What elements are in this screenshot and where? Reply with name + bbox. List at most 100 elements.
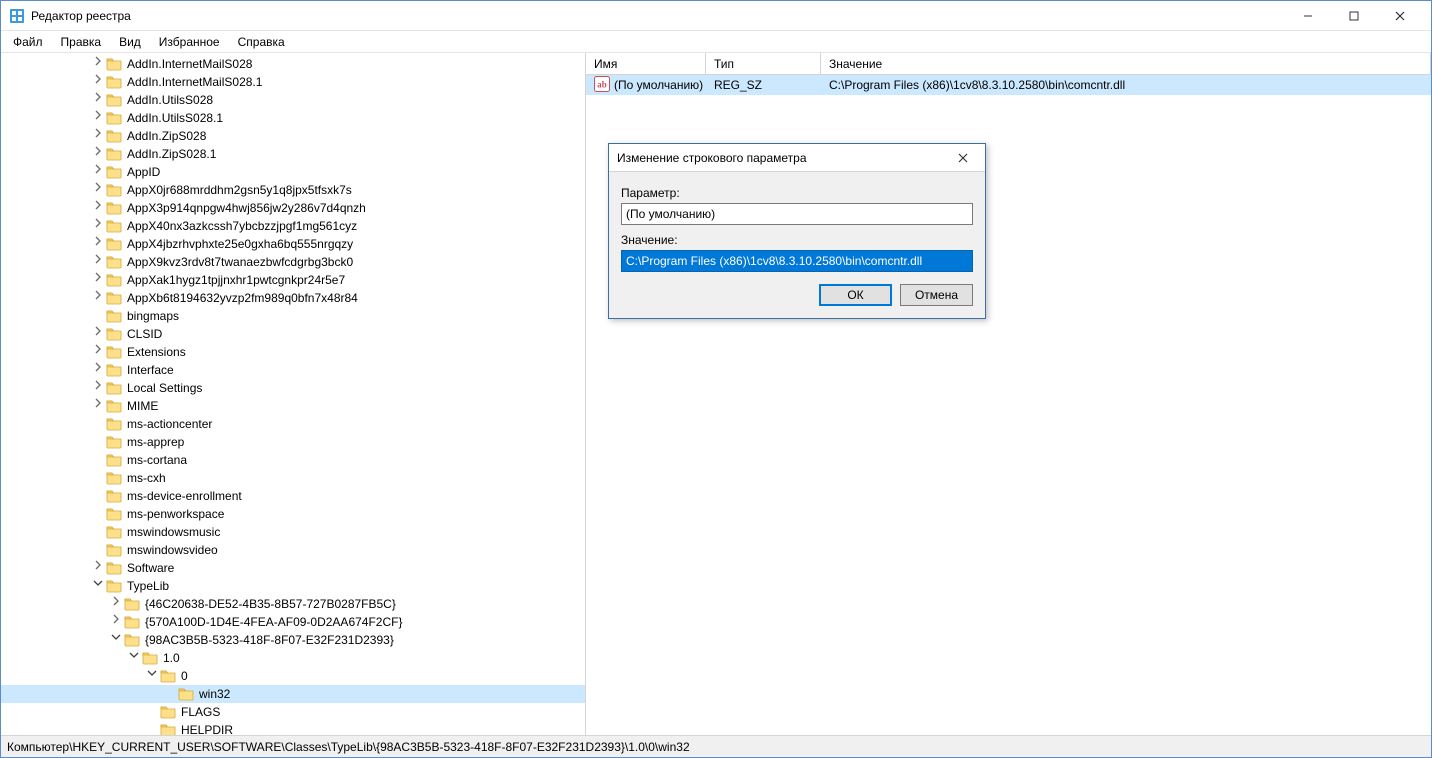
folder-icon xyxy=(106,74,122,90)
tree-item-label: AppX4jbzrhvphxte25e0gxha6bq555nrgqzy xyxy=(125,235,355,253)
chevron-right-icon[interactable] xyxy=(91,109,105,127)
tree-item[interactable]: AppXb6t8194632yvzp2fm989q0bfn7x48r84 xyxy=(1,289,585,307)
tree-item-label: ms-device-enrollment xyxy=(125,487,244,505)
chevron-right-icon[interactable] xyxy=(91,73,105,91)
chevron-right-icon[interactable] xyxy=(91,343,105,361)
tree-item[interactable]: win32 xyxy=(1,685,585,703)
tree-item-label: AppX40nx3azkcssh7ybcbzzjpgf1mg561cyz xyxy=(125,217,359,235)
chevron-right-icon[interactable] xyxy=(91,163,105,181)
tree-item[interactable]: AddIn.ZipS028 xyxy=(1,127,585,145)
tree-item[interactable]: ms-apprep xyxy=(1,433,585,451)
chevron-right-icon[interactable] xyxy=(109,613,123,631)
chevron-right-icon[interactable] xyxy=(91,217,105,235)
chevron-down-icon[interactable] xyxy=(109,631,123,649)
tree-item-label: TypeLib xyxy=(125,577,171,595)
cancel-button[interactable]: Отмена xyxy=(900,284,973,306)
tree-item[interactable]: Software xyxy=(1,559,585,577)
menu-view[interactable]: Вид xyxy=(111,33,149,51)
chevron-down-icon[interactable] xyxy=(145,667,159,685)
tree-item[interactable]: AppXak1hygz1tpjjnxhr1pwtcgnkpr24r5e7 xyxy=(1,271,585,289)
tree-item[interactable]: {46C20638-DE52-4B35-8B57-727B0287FB5C} xyxy=(1,595,585,613)
tree-item[interactable]: bingmaps xyxy=(1,307,585,325)
tree-item[interactable]: AppX4jbzrhvphxte25e0gxha6bq555nrgqzy xyxy=(1,235,585,253)
menu-file[interactable]: Файл xyxy=(5,33,51,51)
chevron-right-icon[interactable] xyxy=(91,91,105,109)
tree-item[interactable]: Local Settings xyxy=(1,379,585,397)
folder-icon xyxy=(106,218,122,234)
tree-item[interactable]: AppX0jr688mrddhm2gsn5y1q8jpx5tfsxk7s xyxy=(1,181,585,199)
menubar: Файл Правка Вид Избранное Справка xyxy=(1,31,1431,53)
chevron-down-icon[interactable] xyxy=(91,577,105,595)
col-header-value[interactable]: Значение xyxy=(821,53,1431,74)
tree-item[interactable]: 0 xyxy=(1,667,585,685)
menu-help[interactable]: Справка xyxy=(230,33,293,51)
close-button[interactable] xyxy=(1377,1,1423,31)
tree-item-label: {570A100D-1D4E-4FEA-AF09-0D2AA674F2CF} xyxy=(143,613,404,631)
folder-icon xyxy=(106,398,122,414)
tree-item[interactable]: AppX9kvz3rdv8t7twanaezbwfcdgrbg3bck0 xyxy=(1,253,585,271)
tree-item[interactable]: FLAGS xyxy=(1,703,585,721)
col-header-type[interactable]: Тип xyxy=(706,53,821,74)
tree-item-label: mswindowsmusic xyxy=(125,523,222,541)
chevron-right-icon[interactable] xyxy=(91,199,105,217)
tree-item[interactable]: {98AC3B5B-5323-418F-8F07-E32F231D2393} xyxy=(1,631,585,649)
chevron-right-icon[interactable] xyxy=(91,271,105,289)
chevron-right-icon[interactable] xyxy=(109,595,123,613)
value-field[interactable] xyxy=(621,250,973,272)
folder-icon xyxy=(106,110,122,126)
menu-favorites[interactable]: Избранное xyxy=(151,33,228,51)
tree-item-label: AppX3p914qnpgw4hwj856jw2y286v7d4qnzh xyxy=(125,199,368,217)
tree-item[interactable]: ms-device-enrollment xyxy=(1,487,585,505)
folder-icon xyxy=(160,722,176,735)
chevron-right-icon[interactable] xyxy=(91,253,105,271)
folder-icon xyxy=(106,488,122,504)
tree-item[interactable]: 1.0 xyxy=(1,649,585,667)
chevron-right-icon[interactable] xyxy=(91,145,105,163)
value-row[interactable]: (По умолчанию) REG_SZ C:\Program Files (… xyxy=(586,75,1431,95)
tree-item[interactable]: Interface xyxy=(1,361,585,379)
tree-item[interactable]: ms-cortana xyxy=(1,451,585,469)
chevron-right-icon[interactable] xyxy=(91,289,105,307)
tree-item[interactable]: ms-actioncenter xyxy=(1,415,585,433)
tree-item[interactable]: mswindowsvideo xyxy=(1,541,585,559)
tree-item[interactable]: CLSID xyxy=(1,325,585,343)
tree-item[interactable]: AddIn.UtilsS028.1 xyxy=(1,109,585,127)
maximize-button[interactable] xyxy=(1331,1,1377,31)
tree-item[interactable]: AddIn.ZipS028.1 xyxy=(1,145,585,163)
tree-item[interactable]: MIME xyxy=(1,397,585,415)
chevron-right-icon[interactable] xyxy=(91,559,105,577)
folder-icon xyxy=(124,614,140,630)
chevron-right-icon[interactable] xyxy=(91,325,105,343)
tree-item-label: AddIn.ZipS028 xyxy=(125,127,208,145)
tree-item[interactable]: AppX3p914qnpgw4hwj856jw2y286v7d4qnzh xyxy=(1,199,585,217)
tree-item[interactable]: HELPDIR xyxy=(1,721,585,735)
tree-pane[interactable]: AddIn.InternetMailS028AddIn.InternetMail… xyxy=(1,53,586,735)
chevron-right-icon[interactable] xyxy=(91,235,105,253)
tree-item[interactable]: TypeLib xyxy=(1,577,585,595)
chevron-right-icon[interactable] xyxy=(91,361,105,379)
tree-item[interactable]: ms-penworkspace xyxy=(1,505,585,523)
tree-item[interactable]: mswindowsmusic xyxy=(1,523,585,541)
tree-item[interactable]: AddIn.InternetMailS028.1 xyxy=(1,73,585,91)
tree-item[interactable]: AddIn.UtilsS028 xyxy=(1,91,585,109)
ok-button[interactable]: ОК xyxy=(819,284,892,306)
col-header-name[interactable]: Имя xyxy=(586,53,706,74)
edit-string-dialog: Изменение строкового параметра Параметр:… xyxy=(608,143,986,319)
tree-item[interactable]: AppID xyxy=(1,163,585,181)
chevron-right-icon[interactable] xyxy=(91,127,105,145)
tree-item[interactable]: ms-cxh xyxy=(1,469,585,487)
folder-icon xyxy=(106,344,122,360)
chevron-down-icon[interactable] xyxy=(127,649,141,667)
chevron-right-icon[interactable] xyxy=(91,181,105,199)
dialog-close-button[interactable] xyxy=(949,144,977,172)
tree-item[interactable]: {570A100D-1D4E-4FEA-AF09-0D2AA674F2CF} xyxy=(1,613,585,631)
menu-edit[interactable]: Правка xyxy=(53,33,110,51)
tree-item[interactable]: AppX40nx3azkcssh7ybcbzzjpgf1mg561cyz xyxy=(1,217,585,235)
folder-icon xyxy=(106,326,122,342)
chevron-right-icon[interactable] xyxy=(91,397,105,415)
chevron-right-icon[interactable] xyxy=(91,379,105,397)
minimize-button[interactable] xyxy=(1285,1,1331,31)
chevron-right-icon[interactable] xyxy=(91,55,105,73)
tree-item[interactable]: Extensions xyxy=(1,343,585,361)
tree-item[interactable]: AddIn.InternetMailS028 xyxy=(1,55,585,73)
